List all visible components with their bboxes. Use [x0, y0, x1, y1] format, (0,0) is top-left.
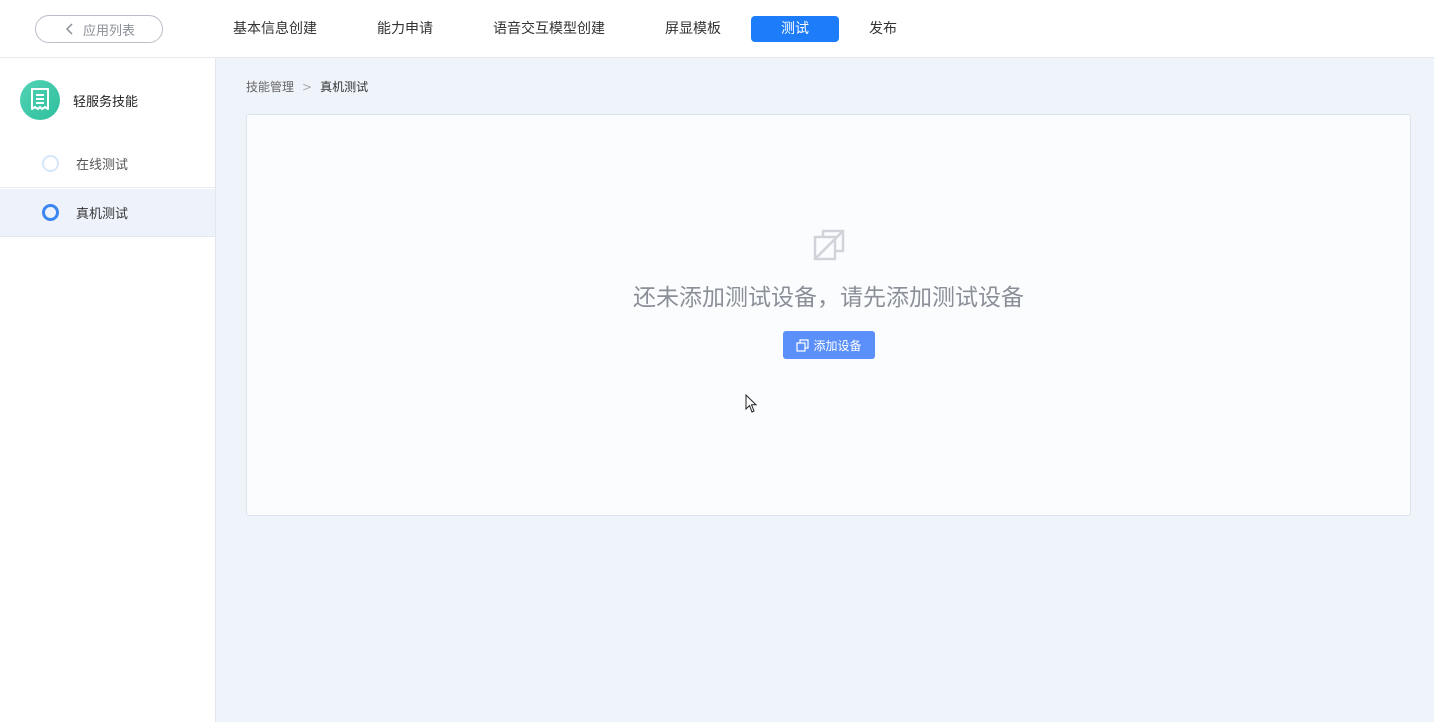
- back-button-label: 应用列表: [82, 23, 135, 39]
- breadcrumb-separator-icon: >: [302, 79, 313, 94]
- breadcrumb-parent[interactable]: 技能管理: [246, 78, 294, 95]
- no-device-icon: [813, 229, 845, 261]
- back-to-app-list-button[interactable]: 应用列表: [35, 15, 163, 43]
- step-circle-icon: [42, 155, 59, 172]
- tab-voice-model[interactable]: 语音交互模型创建: [493, 16, 605, 42]
- skill-document-icon: [31, 88, 49, 110]
- skill-header: 轻服务技能: [20, 79, 138, 121]
- sidebar: 轻服务技能 在线测试 真机测试: [0, 58, 216, 722]
- empty-state-message: 还未添加测试设备，请先添加测试设备: [633, 285, 1024, 311]
- chevron-left-icon: [65, 23, 73, 35]
- copy-icon: [796, 338, 810, 352]
- sidebar-item-label: 真机测试: [76, 207, 129, 222]
- tab-test[interactable]: 测试: [751, 16, 839, 42]
- skill-name: 轻服务技能: [73, 94, 139, 110]
- tab-basic-info[interactable]: 基本信息创建: [233, 16, 317, 42]
- sidebar-item-online-test[interactable]: 在线测试: [0, 140, 215, 188]
- breadcrumb: 技能管理 > 真机测试: [246, 78, 368, 95]
- tab-screen-template[interactable]: 屏显模板: [665, 16, 721, 42]
- mouse-cursor-icon: [745, 394, 758, 413]
- step-circle-active-icon: [42, 204, 59, 221]
- skill-logo: [20, 80, 60, 120]
- sidebar-item-device-test[interactable]: 真机测试: [0, 189, 215, 237]
- top-navigation-bar: 应用列表 基本信息创建 能力申请 语音交互模型创建 屏显模板 测试 发布: [0, 0, 1434, 58]
- device-test-panel: 还未添加测试设备，请先添加测试设备 添加设备: [246, 114, 1411, 516]
- breadcrumb-current: 真机测试: [320, 80, 369, 94]
- add-device-button[interactable]: 添加设备: [783, 331, 875, 359]
- sidebar-item-label: 在线测试: [76, 158, 129, 173]
- tab-capability-apply[interactable]: 能力申请: [377, 16, 433, 42]
- add-device-label: 添加设备: [813, 338, 862, 353]
- tab-publish[interactable]: 发布: [869, 16, 897, 42]
